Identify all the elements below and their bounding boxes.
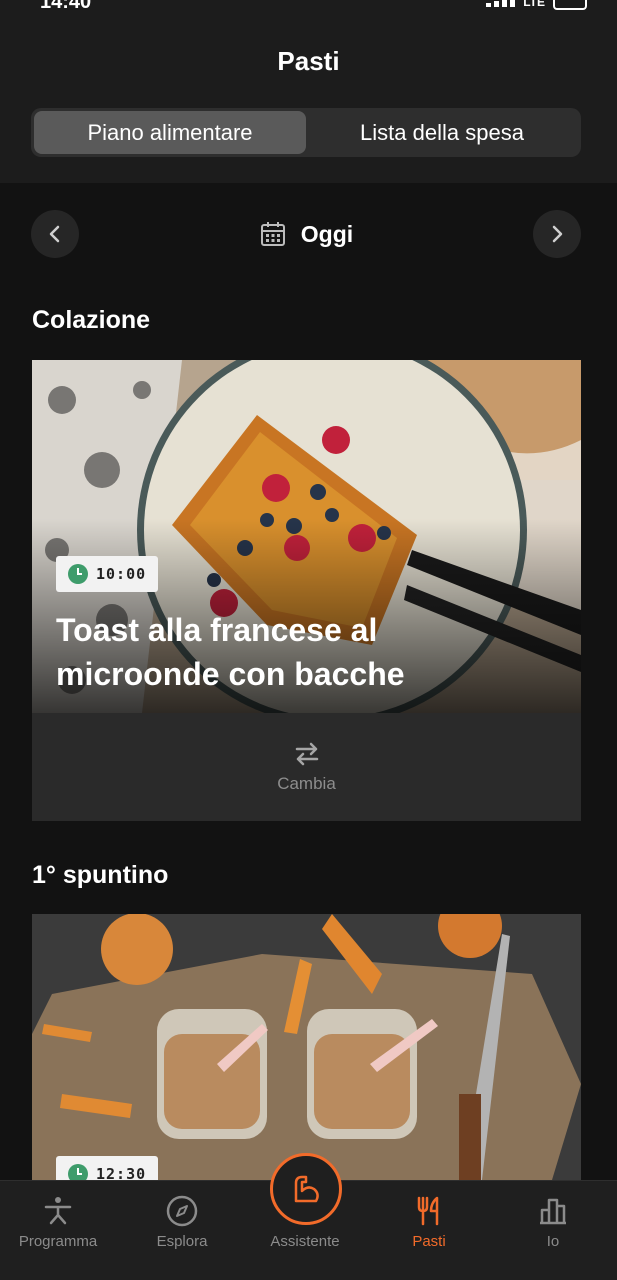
program-icon bbox=[44, 1197, 72, 1225]
section-title-spuntino: 1° spuntino bbox=[32, 861, 169, 889]
next-day-button[interactable] bbox=[533, 210, 581, 258]
signal-icon bbox=[486, 0, 516, 7]
tab-label: Assistente bbox=[270, 1233, 340, 1250]
swap-icon bbox=[295, 742, 318, 766]
tab-piano-alimentare[interactable]: Piano alimentare bbox=[34, 111, 306, 154]
tab-label: Pasti bbox=[412, 1233, 446, 1250]
header: 14:40 LTE Pasti Piano alimentare Lista d… bbox=[0, 0, 617, 183]
assistant-button[interactable] bbox=[270, 1153, 342, 1225]
meal-time-badge: 12:30 bbox=[56, 1156, 159, 1180]
date-navigation: Oggi bbox=[31, 210, 581, 258]
tab-pasti[interactable]: Pasti bbox=[369, 1195, 489, 1250]
arm-icon bbox=[294, 1175, 319, 1203]
meal-time-badge: 10:00 bbox=[56, 556, 159, 592]
tab-lista-della-spesa[interactable]: Lista della spesa bbox=[306, 111, 578, 154]
clock-icon bbox=[68, 1164, 88, 1180]
battery-icon bbox=[553, 0, 587, 10]
chevron-right-icon bbox=[552, 225, 563, 243]
tab-io[interactable]: Io bbox=[493, 1195, 613, 1250]
change-meal-button[interactable]: Cambia bbox=[32, 713, 581, 821]
tab-label: Io bbox=[546, 1233, 560, 1250]
network-label: LTE bbox=[523, 0, 545, 9]
tab-label: Programma bbox=[18, 1233, 98, 1250]
status-indicators: LTE bbox=[486, 0, 587, 10]
meal-image[interactable]: 10:00 Toast alla francese al microonde c… bbox=[32, 360, 581, 713]
bottom-tab-bar: Programma Esplora Assistente Pasti Io bbox=[0, 1153, 617, 1280]
fork-knife-icon bbox=[417, 1196, 439, 1226]
meal-image[interactable]: 12:30 bbox=[32, 914, 581, 1180]
meal-time: 12:30 bbox=[96, 1165, 147, 1180]
meal-card-spuntino: 12:30 bbox=[32, 914, 581, 1180]
meal-card-colazione: 10:00 Toast alla francese al microonde c… bbox=[32, 360, 581, 821]
calendar-icon bbox=[260, 222, 285, 246]
tab-esplora[interactable]: Esplora bbox=[122, 1195, 242, 1250]
date-label: Oggi bbox=[300, 220, 354, 247]
meal-name: Toast alla francese al microonde con bac… bbox=[56, 612, 405, 692]
tab-assistente[interactable]: Assistente bbox=[245, 1233, 365, 1250]
date-selector[interactable]: Oggi bbox=[31, 210, 581, 258]
change-meal-label: Cambia bbox=[277, 774, 336, 793]
status-time: 14:40 bbox=[40, 0, 92, 13]
compass-icon bbox=[166, 1195, 198, 1227]
segmented-control: Piano alimentare Lista della spesa bbox=[31, 108, 581, 157]
section-title-colazione: Colazione bbox=[32, 306, 151, 334]
status-bar: 14:40 LTE bbox=[0, 0, 617, 14]
tab-label: Esplora bbox=[156, 1233, 208, 1250]
stats-icon bbox=[540, 1198, 566, 1225]
meal-time: 10:00 bbox=[96, 565, 147, 583]
tab-programma[interactable]: Programma bbox=[0, 1195, 118, 1250]
page-title: Pasti bbox=[277, 46, 340, 76]
smoothie-photo bbox=[32, 914, 581, 1180]
clock-icon bbox=[68, 564, 88, 584]
